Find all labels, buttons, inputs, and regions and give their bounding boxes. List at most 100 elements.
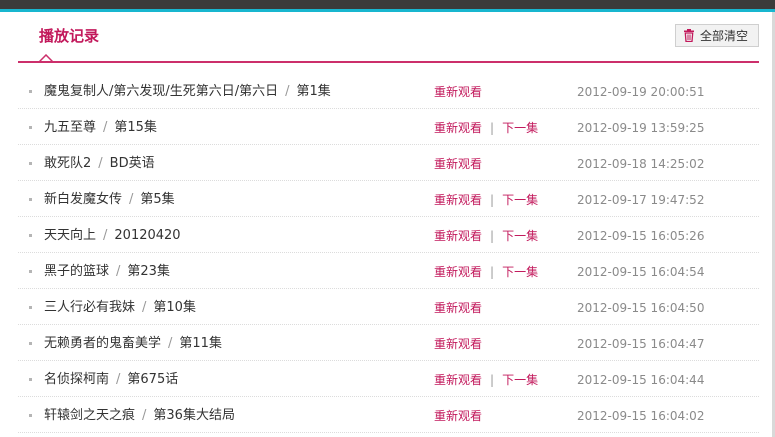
history-row: 名侦探柯南 / 第675话 重新观看 | 下一集 2012-09-15 16:04:44 [18, 362, 759, 397]
separator: / [98, 156, 103, 171]
watch-timestamp: 2012-09-18 14:25:02 [577, 157, 705, 171]
bullet [29, 414, 32, 417]
bullet [29, 162, 32, 165]
episode-link[interactable]: BD英语 [110, 156, 155, 171]
history-title: 九五至尊 / 第15集 [44, 119, 157, 137]
row-actions: 重新观看 | 下一集 [434, 119, 538, 137]
history-title: 名侦探柯南 / 第675话 [44, 371, 178, 389]
history-title: 天天向上 / 20120420 [44, 227, 181, 245]
history-row: 天天向上 / 20120420 重新观看 | 下一集 2012-09-15 16:05:26 [18, 218, 759, 253]
row-actions: 重新观看 [434, 155, 482, 173]
show-link[interactable]: 九五至尊 [44, 120, 96, 135]
bullet [29, 198, 32, 201]
episode-link[interactable]: 第5集 [140, 192, 174, 207]
next-episode-link[interactable]: 下一集 [502, 193, 538, 207]
watch-timestamp: 2012-09-15 16:04:47 [577, 337, 705, 351]
separator: / [142, 300, 147, 315]
top-dark-bar [0, 0, 775, 9]
row-actions: 重新观看 | 下一集 [434, 191, 538, 209]
show-link[interactable]: 敢死队2 [44, 156, 91, 171]
watch-timestamp: 2012-09-15 16:04:50 [577, 301, 705, 315]
next-episode-link[interactable]: 下一集 [502, 121, 538, 135]
action-divider: | [490, 193, 495, 207]
next-episode-link[interactable]: 下一集 [502, 373, 538, 387]
episode-link[interactable]: 第10集 [153, 300, 196, 315]
row-actions: 重新观看 [434, 83, 482, 101]
watch-timestamp: 2012-09-19 20:00:51 [577, 85, 705, 99]
clear-all-button[interactable]: 全部清空 [675, 24, 759, 47]
rewatch-link[interactable]: 重新观看 [434, 337, 482, 351]
episode-link[interactable]: 第36集大结局 [153, 408, 235, 423]
rewatch-link[interactable]: 重新观看 [434, 265, 482, 279]
rewatch-link[interactable]: 重新观看 [434, 301, 482, 315]
watch-timestamp: 2012-09-15 16:04:54 [577, 265, 705, 279]
rewatch-link[interactable]: 重新观看 [434, 229, 482, 243]
episode-link[interactable]: 第11集 [179, 336, 222, 351]
action-divider: | [490, 265, 495, 279]
episode-link[interactable]: 第675话 [127, 372, 178, 387]
bullet [29, 270, 32, 273]
row-actions: 重新观看 [434, 299, 482, 317]
row-actions: 重新观看 [434, 335, 482, 353]
show-link[interactable]: 轩辕剑之天之痕 [44, 408, 135, 423]
bullet [29, 90, 32, 93]
clear-all-label: 全部清空 [700, 29, 749, 43]
row-actions: 重新观看 | 下一集 [434, 227, 538, 245]
rewatch-link[interactable]: 重新观看 [434, 193, 482, 207]
top-accent-line [0, 9, 775, 12]
separator: / [168, 336, 173, 351]
history-row: 三人行必有我妹 / 第10集 重新观看 2012-09-15 16:04:50 [18, 290, 759, 325]
history-title: 轩辕剑之天之痕 / 第36集大结局 [44, 407, 235, 425]
rewatch-link[interactable]: 重新观看 [434, 121, 482, 135]
watch-timestamp: 2012-09-15 16:04:02 [577, 409, 705, 423]
rewatch-link[interactable]: 重新观看 [434, 85, 482, 99]
separator: / [103, 228, 108, 243]
row-actions: 重新观看 | 下一集 [434, 263, 538, 281]
history-row: 魔鬼复制人/第六发现/生死第六日/第六日 / 第1集 重新观看 2012-09-19 2… [18, 74, 759, 109]
history-title: 黑子的篮球 / 第23集 [44, 263, 170, 281]
trash-icon [684, 29, 694, 42]
history-title: 三人行必有我妹 / 第10集 [44, 299, 196, 317]
panel-title: 播放记录 [39, 27, 100, 45]
history-title: 无赖勇者的鬼畜美学 / 第11集 [44, 335, 222, 353]
watch-timestamp: 2012-09-15 16:05:26 [577, 229, 705, 243]
rewatch-link[interactable]: 重新观看 [434, 157, 482, 171]
history-row: 新白发魔女传 / 第5集 重新观看 | 下一集 2012-09-17 19:47:52 [18, 182, 759, 217]
show-link[interactable]: 新白发魔女传 [44, 192, 122, 207]
rewatch-link[interactable]: 重新观看 [434, 373, 482, 387]
history-title: 敢死队2 / BD英语 [44, 155, 155, 173]
separator: / [142, 408, 147, 423]
show-link[interactable]: 无赖勇者的鬼畜美学 [44, 336, 161, 351]
action-divider: | [490, 229, 495, 243]
history-title: 新白发魔女传 / 第5集 [44, 191, 175, 209]
show-link[interactable]: 魔鬼复制人/第六发现/生死第六日/第六日 [44, 84, 278, 99]
episode-link[interactable]: 第15集 [114, 120, 157, 135]
episode-link[interactable]: 第23集 [127, 264, 170, 279]
show-link[interactable]: 三人行必有我妹 [44, 300, 135, 315]
history-row: 敢死队2 / BD英语 重新观看 2012-09-18 14:25:02 [18, 146, 759, 181]
rewatch-link[interactable]: 重新观看 [434, 409, 482, 423]
episode-link[interactable]: 20120420 [114, 228, 180, 243]
episode-link[interactable]: 第1集 [297, 84, 331, 99]
separator: / [116, 264, 121, 279]
history-row: 轩辕剑之天之痕 / 第36集大结局 重新观看 2012-09-15 16:04:02 [18, 398, 759, 433]
history-row: 九五至尊 / 第15集 重新观看 | 下一集 2012-09-19 13:59:25 [18, 110, 759, 145]
action-divider: | [490, 373, 495, 387]
next-episode-link[interactable]: 下一集 [502, 229, 538, 243]
bullet [29, 126, 32, 129]
row-actions: 重新观看 [434, 407, 482, 425]
show-link[interactable]: 黑子的篮球 [44, 264, 109, 279]
watch-timestamp: 2012-09-17 19:47:52 [577, 193, 705, 207]
show-link[interactable]: 天天向上 [44, 228, 96, 243]
bullet [29, 234, 32, 237]
history-list: 魔鬼复制人/第六发现/生死第六日/第六日 / 第1集 重新观看 2012-09-19 2… [18, 74, 759, 434]
separator: / [129, 192, 134, 207]
row-actions: 重新观看 | 下一集 [434, 371, 538, 389]
watch-timestamp: 2012-09-19 13:59:25 [577, 121, 705, 135]
bullet [29, 378, 32, 381]
action-divider: | [490, 121, 495, 135]
next-episode-link[interactable]: 下一集 [502, 265, 538, 279]
show-link[interactable]: 名侦探柯南 [44, 372, 109, 387]
history-title: 魔鬼复制人/第六发现/生死第六日/第六日 / 第1集 [44, 83, 331, 101]
history-row: 黑子的篮球 / 第23集 重新观看 | 下一集 2012-09-15 16:04:54 [18, 254, 759, 289]
